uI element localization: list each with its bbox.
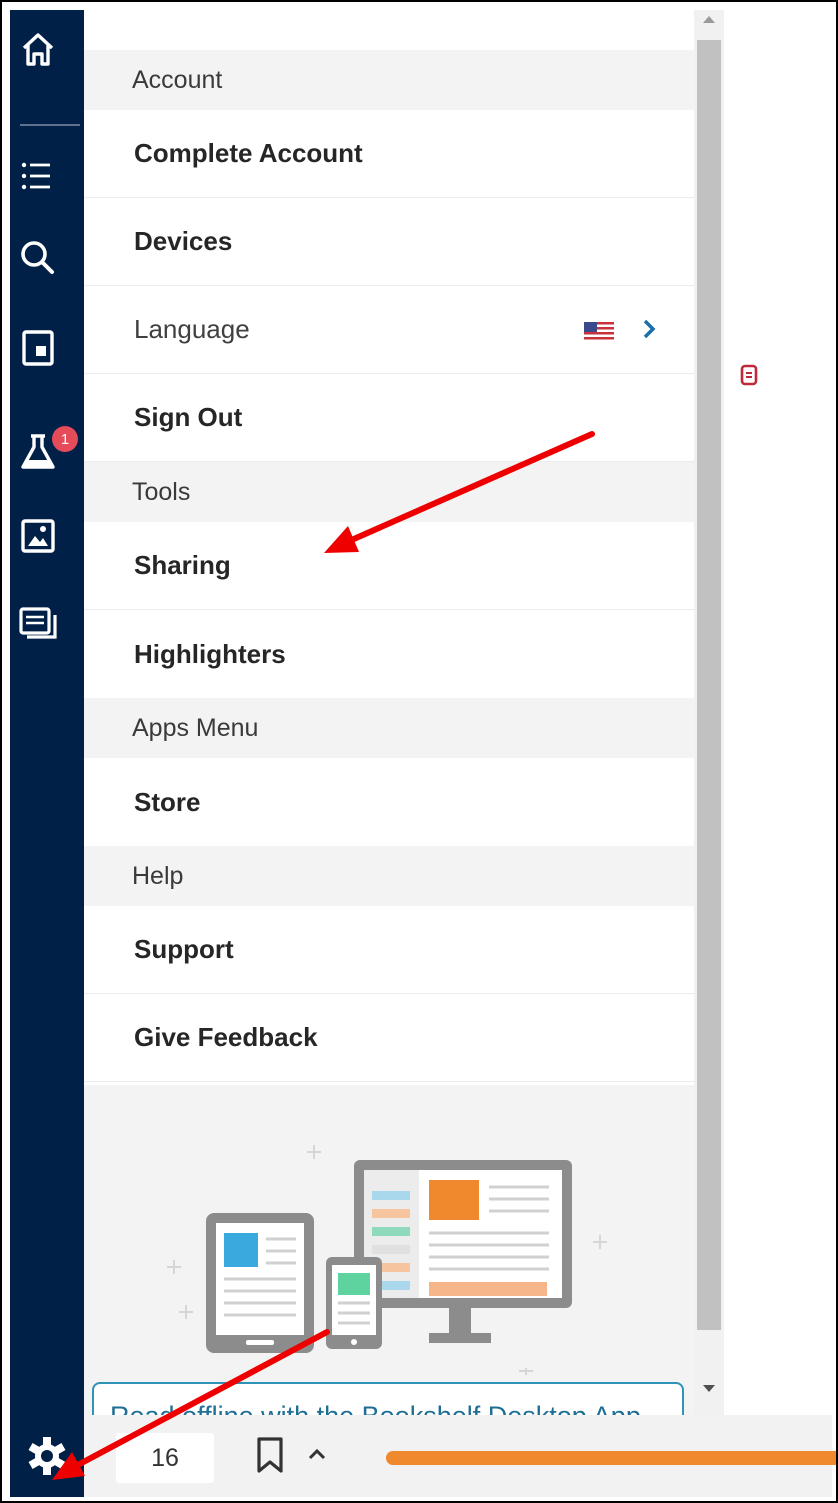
image-icon	[21, 519, 55, 553]
home-button[interactable]	[10, 20, 84, 80]
section-heading-apps-menu: Apps Menu	[84, 698, 694, 758]
left-nav-rail: 1	[10, 10, 84, 1415]
search-button[interactable]	[10, 228, 84, 288]
home-icon	[22, 33, 54, 66]
pages-icon	[22, 330, 54, 366]
gear-icon	[28, 1437, 66, 1475]
bookmark-icon[interactable]	[254, 1435, 286, 1475]
settings-menu-panel: Account Complete Account Devices Languag…	[84, 10, 694, 1415]
devices-illustration	[167, 1145, 607, 1375]
menu-item-give-feedback[interactable]: Give Feedback	[84, 994, 694, 1082]
notes-icon	[19, 607, 57, 639]
language-label: Language	[134, 314, 250, 344]
flashcards-button[interactable]: 1	[10, 422, 84, 482]
menu-item-highlighters[interactable]: Highlighters	[84, 610, 694, 698]
page-number-input[interactable]: 16	[116, 1433, 214, 1483]
scroll-up-arrow-icon[interactable]	[703, 16, 715, 23]
notes-button[interactable]	[10, 594, 84, 654]
menu-item-sign-out[interactable]: Sign Out	[84, 374, 694, 462]
menu-item-language[interactable]: Language	[84, 286, 694, 374]
scroll-thumb[interactable]	[697, 40, 721, 1330]
search-icon	[21, 241, 54, 274]
reading-progress-bar[interactable]	[386, 1451, 836, 1465]
toc-list-icon	[21, 162, 50, 190]
chevron-right-icon	[643, 319, 656, 339]
settings-menu: Account Complete Account Devices Languag…	[84, 50, 694, 1082]
menu-item-support[interactable]: Support	[84, 906, 694, 994]
menu-item-store[interactable]: Store	[84, 758, 694, 846]
menu-item-devices[interactable]: Devices	[84, 198, 694, 286]
section-heading-help: Help	[84, 846, 694, 906]
rail-divider	[20, 124, 80, 126]
menu-scrollbar[interactable]	[694, 10, 724, 1415]
chevron-up-icon[interactable]	[306, 1447, 328, 1461]
app-window: 1 Account Complete Account Devices Langu…	[0, 0, 838, 1503]
menu-item-complete-account[interactable]: Complete Account	[84, 110, 694, 198]
bottom-toolbar: 16	[10, 1415, 836, 1497]
scroll-down-arrow-icon[interactable]	[703, 1385, 715, 1392]
section-heading-tools: Tools	[84, 462, 694, 522]
notification-badge: 1	[52, 426, 78, 452]
images-button[interactable]	[10, 506, 84, 566]
table-of-contents-button[interactable]	[10, 146, 84, 206]
desktop-app-promo-link[interactable]: Read offline with the Bookshelf Desktop …	[92, 1382, 684, 1415]
note-marker-icon[interactable]	[740, 364, 758, 386]
desktop-app-promo	[84, 1085, 694, 1415]
menu-item-sharing[interactable]: Sharing	[84, 522, 694, 610]
pages-button[interactable]	[10, 318, 84, 378]
us-flag-icon	[584, 322, 614, 342]
settings-button[interactable]	[10, 1415, 84, 1497]
book-content-area	[724, 10, 832, 1415]
section-heading-account: Account	[84, 50, 694, 110]
